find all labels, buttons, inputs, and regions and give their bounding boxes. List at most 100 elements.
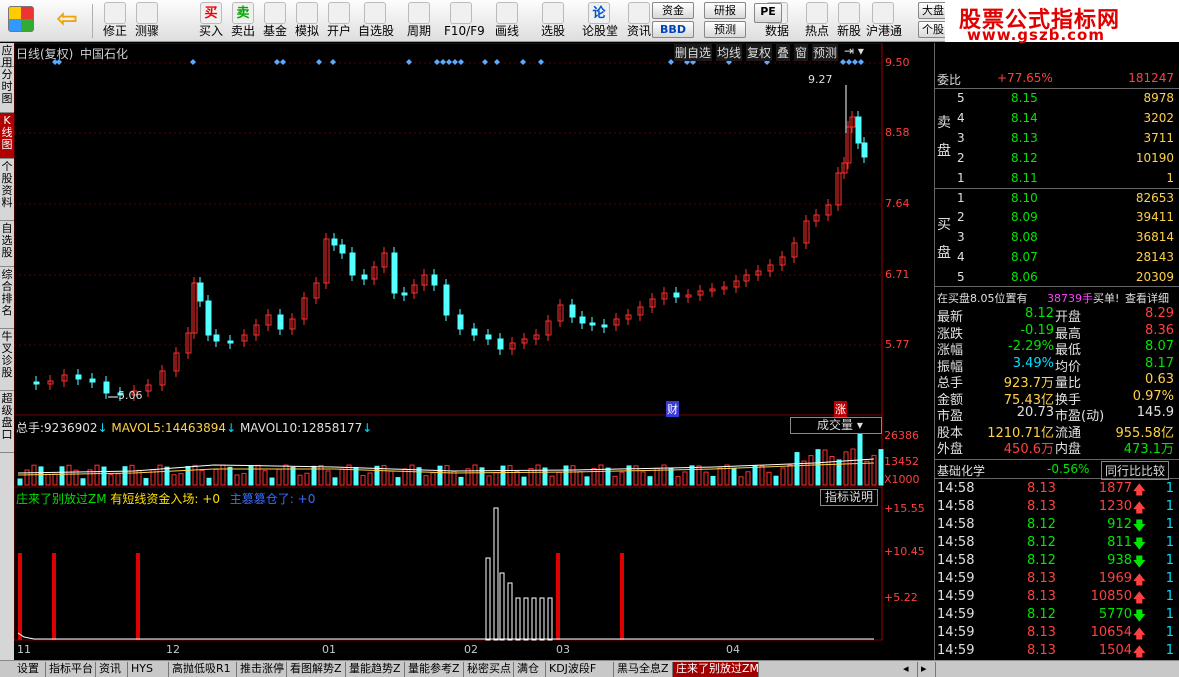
volume-bar	[234, 474, 240, 486]
kline-chart-area[interactable]: 日线(复权) 中国石化 删自选 均线 复权叠窗预测 ⇥ ▾ 9.27 5.06 财 涨…	[14, 43, 934, 660]
volume-bar	[367, 472, 373, 486]
left-tab-4[interactable]: 自选股	[0, 221, 14, 267]
period-button[interactable]: 周期	[402, 0, 436, 42]
sell-button[interactable]: 卖卖出	[226, 0, 260, 42]
sell-level-row[interactable]: 1 8.11 1	[935, 169, 1179, 189]
stock-button[interactable]: 个股	[918, 21, 948, 38]
indicator-tab-6[interactable]: 看图解势Z	[287, 662, 346, 677]
shhk-button[interactable]: 沪港通	[866, 0, 902, 42]
tick-time: 14:59	[937, 607, 975, 622]
research-button[interactable]: 研报	[704, 2, 746, 19]
buy-level-row[interactable]: 2 8.09 39411	[935, 208, 1179, 228]
tick-volume: 938	[1107, 553, 1132, 568]
financial-event-badge[interactable]: 财	[666, 401, 679, 417]
sell-level-row[interactable]: 2 8.12 10190	[935, 149, 1179, 169]
hammer-button[interactable]: 模拟	[290, 0, 324, 42]
tick-price: 8.12	[1027, 517, 1056, 532]
buy-level-row[interactable]: 1 8.10 82653	[935, 188, 1179, 208]
buy-button[interactable]: 买买入	[194, 0, 228, 42]
fund-flow-button[interactable]: 资金	[652, 2, 694, 19]
sell-level-row[interactable]: 5 8.15 8978	[935, 89, 1179, 109]
chart-header-btn-3[interactable]: 叠	[776, 44, 791, 61]
left-tab-0[interactable]: 应用	[0, 43, 14, 69]
notice-detail-link[interactable]: 查看详细	[1125, 290, 1169, 306]
f10-button[interactable]: F10/F9	[444, 0, 485, 42]
left-tab-3[interactable]: 个股资料	[0, 159, 14, 221]
pe-button[interactable]: PE	[754, 3, 782, 23]
tick-price: 8.13	[1027, 571, 1056, 586]
left-tab-7[interactable]: 超级盘口	[0, 391, 14, 453]
candle-body	[89, 378, 96, 383]
buy-level-row[interactable]: 3 8.08 36814	[935, 228, 1179, 248]
lock-button[interactable]: 开户	[322, 0, 356, 42]
volume-bar	[500, 465, 506, 486]
indicator-tab-9[interactable]: 秘密买点	[464, 662, 514, 677]
indicator-tab-5[interactable]: 推击涨停	[237, 662, 287, 677]
left-tab-1[interactable]: 分时图	[0, 67, 14, 113]
sector-name[interactable]: 基础化学	[937, 462, 985, 479]
indicator-tab-7[interactable]: 量能趋势Z	[346, 662, 405, 677]
sell-volume: 8978	[1143, 91, 1174, 105]
left-tab-6[interactable]: 牛叉诊股	[0, 329, 14, 391]
left-tab-2[interactable]: K线图	[0, 113, 14, 159]
left-tab-5[interactable]: 综合排名	[0, 267, 14, 329]
indicator-tab-4[interactable]: 高抛低吸R1	[169, 662, 237, 677]
candle-body	[33, 381, 40, 385]
mavol10-value: 12858177	[301, 421, 363, 435]
chart-header-btn-2[interactable]: 复权	[746, 44, 773, 61]
signal-diamond-icon	[452, 59, 458, 65]
peer-compare-button[interactable]: 同行比比较	[1101, 461, 1170, 480]
indicator-tab-0[interactable]: 设置	[14, 662, 46, 677]
candle-body	[579, 316, 586, 324]
limit-up-badge[interactable]: 涨	[834, 401, 847, 417]
scroll-left-icon[interactable]: ◂	[900, 662, 918, 677]
star-button[interactable]: 自选股	[358, 0, 394, 42]
chart-header-btn-1[interactable]: 均线	[716, 44, 743, 61]
buy-level-row[interactable]: 4 8.07 28143	[935, 248, 1179, 268]
select-icon	[542, 2, 564, 24]
volume-bar	[703, 471, 709, 486]
up-arrow-button[interactable]: 修正	[98, 0, 132, 42]
indicator-name: 庄来了别放过ZM	[16, 492, 107, 506]
volume-tick: 26386	[884, 429, 919, 442]
forecast-button[interactable]: 预测	[704, 21, 746, 38]
market-button[interactable]: 大盘	[918, 2, 948, 19]
indicator-tab-13[interactable]: 庄来了别放过ZM	[673, 662, 759, 677]
clock-button[interactable]: 测骤	[130, 0, 164, 42]
tick-time: 14:58	[937, 499, 975, 514]
chart-header-btn-4[interactable]: 窗	[794, 44, 809, 61]
volume-bar	[528, 468, 534, 486]
volume-bar	[437, 465, 443, 486]
pen-button[interactable]: 画线	[490, 0, 524, 42]
bbd-button[interactable]: BBD	[652, 21, 694, 38]
indicator-tab-1[interactable]: 指标平台	[46, 662, 96, 677]
sell-level-row[interactable]: 3 8.13 3711	[935, 129, 1179, 149]
indicator-tab-2[interactable]: 资讯	[96, 662, 128, 677]
indicator-help-button[interactable]: 指标说明	[820, 489, 879, 506]
weibi-label: 委比	[937, 73, 962, 87]
info-button[interactable]: 资讯	[622, 0, 656, 42]
scroll-right-icon[interactable]: ▸	[918, 662, 936, 677]
expand-icon[interactable]: ⇥ ▾	[844, 44, 864, 58]
select-button[interactable]: 选股	[536, 0, 570, 42]
back-button[interactable]: ⇦	[50, 0, 84, 42]
volume-indicator-select[interactable]: 成交量 ▾	[790, 417, 882, 434]
indicator-tab-10[interactable]: 满仓	[514, 662, 546, 677]
toolbar-label: 卖出	[230, 24, 255, 38]
chart-header-btn-0[interactable]: 删自选	[674, 44, 713, 61]
signal-diamond-icon	[482, 59, 488, 65]
indicator-tab-8[interactable]: 量能参考Z	[405, 662, 464, 677]
hot-button[interactable]: 热点	[800, 0, 834, 42]
home-button[interactable]	[4, 0, 38, 42]
indicator-tab-12[interactable]: 黑马全息Z	[614, 662, 673, 677]
candle-body	[339, 244, 346, 254]
sell-level-row[interactable]: 4 8.14 3202	[935, 109, 1179, 129]
forum-button[interactable]: 论论股堂	[582, 0, 618, 42]
chart-header-btn-5[interactable]: 预测	[812, 44, 839, 61]
fund-button[interactable]: 基金	[258, 0, 292, 42]
indicator-tab-3[interactable]: HYS	[128, 662, 169, 677]
newstock-button[interactable]: 新股	[832, 0, 866, 42]
candle-body	[497, 338, 504, 350]
buy-level-row[interactable]: 5 8.06 20309	[935, 268, 1179, 288]
indicator-tab-11[interactable]: KDJ波段F	[546, 662, 614, 677]
